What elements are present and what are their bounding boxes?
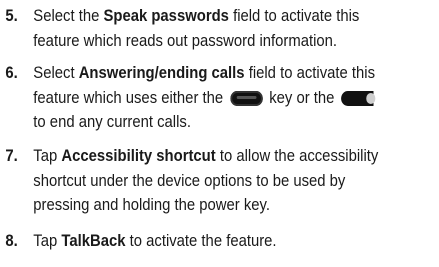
text-run: feature which uses either the: [33, 88, 228, 107]
step-line: Select Answering/ending calls field to a…: [33, 61, 438, 86]
step-line: feature which reads out password informa…: [33, 31, 338, 50]
step-line: feature which uses either the key or the: [33, 86, 438, 111]
bold-term-accessibility-shortcut: Accessibility shortcut: [61, 147, 216, 165]
text-run: field to activate this: [228, 7, 360, 25]
text-run: to allow the accessibility: [215, 147, 379, 165]
bold-term-talkback: TalkBack: [61, 232, 126, 250]
step-text: Select the Speak passwords field to acti…: [33, 4, 438, 53]
step-number: 8.: [5, 232, 18, 250]
text-run: field to activate this: [244, 64, 376, 82]
step-number: 6.: [5, 64, 18, 82]
text-run: Select: [33, 64, 79, 82]
bold-term-answering-ending-calls: Answering/ending calls: [78, 64, 245, 82]
step-number: 7.: [5, 147, 18, 165]
step-line: shortcut under the device options to be …: [33, 171, 346, 190]
home-key-icon: [229, 90, 263, 106]
step-line: Select the Speak passwords field to acti…: [33, 4, 438, 29]
step-line: pressing and holding the power key.: [33, 196, 270, 214]
step-line: Tap Accessibility shortcut to allow the …: [33, 144, 438, 169]
step-text: Tap TalkBack to activate the feature.: [33, 229, 438, 254]
text-run: Select the: [33, 7, 104, 25]
text-run: to activate the feature.: [125, 232, 277, 250]
step-text: Tap Accessibility shortcut to allow the …: [33, 144, 438, 218]
text-run: key or the: [265, 88, 339, 107]
step-number: 5.: [5, 7, 18, 25]
power-key-icon: [341, 90, 376, 106]
text-run: Tap: [33, 147, 62, 165]
instruction-document: 5. Select the Speak passwords field to a…: [0, 0, 439, 267]
step-text: Select Answering/ending calls field to a…: [33, 61, 438, 135]
step-line: to end any current calls.: [33, 113, 191, 131]
text-run: Tap: [33, 232, 62, 250]
bold-term-speak-passwords: Speak passwords: [103, 7, 229, 25]
step-line: Tap TalkBack to activate the feature.: [33, 229, 438, 254]
